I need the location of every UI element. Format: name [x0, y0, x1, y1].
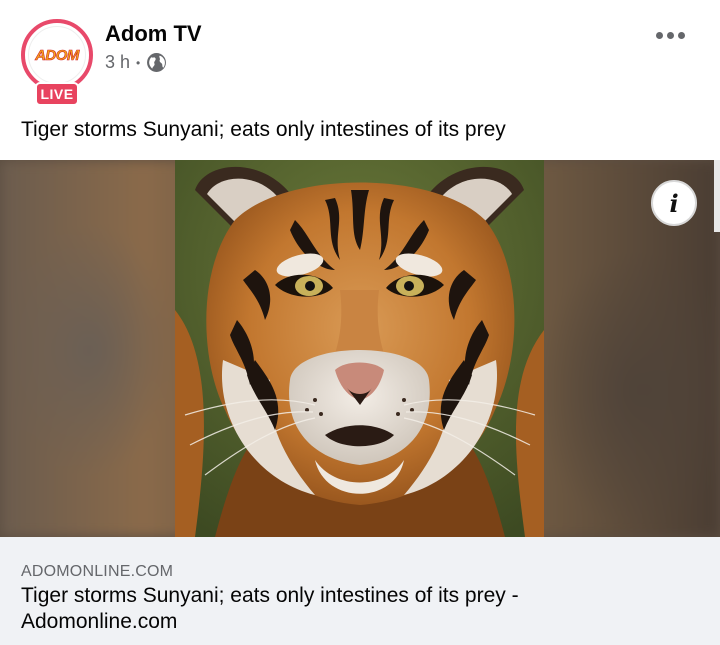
page-name-link[interactable]: Adom TV	[105, 21, 202, 47]
more-dot	[678, 31, 685, 39]
meta-separator: •	[136, 55, 141, 70]
post-text: Tiger storms Sunyani; eats only intestin…	[21, 118, 506, 141]
more-dot	[667, 31, 674, 39]
timestamp[interactable]: 3 h	[105, 52, 130, 73]
tiger-photo[interactable]	[175, 160, 544, 537]
post-header: ADOM LIVE Adom TV 3 h •	[0, 0, 720, 115]
globe-icon	[147, 53, 167, 72]
live-badge: LIVE	[35, 82, 79, 106]
avatar-ring: ADOM	[21, 19, 93, 91]
post-meta: 3 h •	[105, 52, 167, 73]
info-glyph: i	[669, 188, 679, 218]
tiger-illustration	[175, 160, 544, 537]
more-options-icon[interactable]	[656, 26, 688, 44]
more-dot	[656, 31, 663, 39]
post-media[interactable]: i	[0, 160, 720, 537]
link-preview-card[interactable]: ADOMONLINE.COM Tiger storms Sunyani; eat…	[0, 537, 720, 645]
info-icon[interactable]: i	[651, 180, 697, 226]
image-attribution-strip	[714, 160, 720, 232]
avatar-logo: ADOM	[28, 26, 86, 84]
logo-text: ADOM	[35, 46, 80, 64]
link-title[interactable]: Tiger storms Sunyani; eats only intestin…	[21, 583, 641, 635]
link-domain: ADOMONLINE.COM	[21, 563, 174, 580]
avatar[interactable]: ADOM LIVE	[21, 19, 93, 111]
